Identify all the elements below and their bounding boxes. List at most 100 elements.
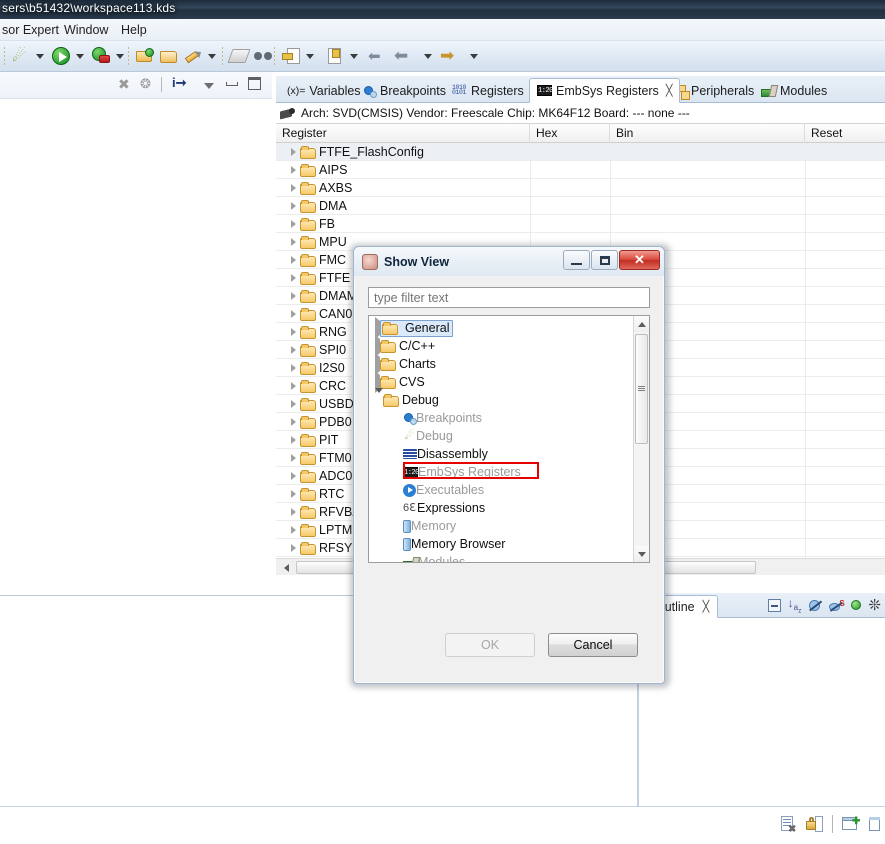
view-tree-item[interactable]: CVS: [369, 371, 633, 393]
filter-input[interactable]: [368, 287, 650, 308]
column-header-bin[interactable]: Bin: [610, 124, 805, 143]
expand-arrow-icon[interactable]: [286, 310, 300, 318]
scroll-left-button[interactable]: [278, 561, 294, 574]
column-header-hex[interactable]: Hex: [530, 124, 610, 143]
remove-all-button[interactable]: ✖: [118, 76, 130, 93]
tab-variables[interactable]: (x)= Variables: [280, 78, 368, 103]
expand-arrow-icon[interactable]: [286, 166, 300, 174]
open-folder-button[interactable]: [160, 45, 178, 67]
register-row[interactable]: AXBS: [276, 179, 885, 197]
menu-processor-expert[interactable]: sor Expert: [0, 22, 63, 38]
back-button[interactable]: ⬅: [394, 45, 408, 67]
dialog-maximize-button[interactable]: [591, 250, 618, 270]
tab-registers[interactable]: 1010 0101 Registers: [445, 78, 531, 103]
run-external-button[interactable]: [92, 45, 110, 67]
tab-breakpoints[interactable]: Breakpoints: [356, 78, 453, 103]
scroll-down-button[interactable]: [634, 546, 649, 562]
register-row[interactable]: FTFE_FlashConfig: [276, 143, 885, 161]
lock-icon[interactable]: [806, 815, 823, 833]
debug-button[interactable]: ☄: [12, 45, 26, 67]
expand-arrow-icon[interactable]: [286, 238, 300, 246]
view-menu-button[interactable]: [204, 78, 214, 92]
view-tree-item[interactable]: 1:20 EmbSys Registers: [369, 463, 633, 481]
expand-arrow-icon[interactable]: [286, 454, 300, 462]
column-header-reset[interactable]: Reset: [805, 124, 885, 143]
back-small-button[interactable]: ⬅: [368, 45, 381, 67]
hide-static-icon[interactable]: S: [829, 599, 845, 612]
view-tree-item[interactable]: Modules: [369, 553, 633, 562]
ruler-button[interactable]: [227, 45, 251, 67]
debug-dropdown[interactable]: [36, 45, 44, 67]
view-tree-item[interactable]: C/C++: [369, 335, 633, 357]
maximize-view-button[interactable]: [248, 77, 261, 90]
column-header-register[interactable]: Register: [276, 124, 530, 143]
view-tree-item[interactable]: Memory: [369, 517, 633, 535]
new-window-icon[interactable]: ✚: [842, 816, 860, 832]
expand-arrow-icon[interactable]: [286, 220, 300, 228]
hide-fields-icon[interactable]: [808, 599, 823, 612]
forward-dropdown[interactable]: [470, 45, 478, 67]
close-icon[interactable]: ╳: [666, 84, 673, 97]
open-package-button[interactable]: [136, 45, 155, 67]
menu-help[interactable]: Help: [117, 22, 151, 38]
view-tree-item[interactable]: 6ℇ Expressions: [369, 499, 633, 517]
expand-arrow-icon[interactable]: [286, 184, 300, 192]
view-tree-item[interactable]: General: [369, 317, 633, 339]
cancel-button[interactable]: Cancel: [548, 633, 638, 657]
view-tree-item[interactable]: Debug: [369, 388, 633, 409]
register-row[interactable]: AIPS: [276, 161, 885, 179]
view-tree-item[interactable]: Breakpoints: [369, 409, 633, 427]
expand-arrow-icon[interactable]: [286, 472, 300, 480]
dialog-close-button[interactable]: ✕: [619, 250, 660, 270]
vscroll-thumb[interactable]: [635, 334, 648, 444]
close-icon[interactable]: ╳: [703, 600, 710, 613]
document-remove-icon[interactable]: ✖: [780, 815, 797, 835]
export-dropdown[interactable]: [350, 45, 358, 67]
register-row[interactable]: DMA: [276, 197, 885, 215]
expand-arrow-icon[interactable]: [286, 274, 300, 282]
menu-window[interactable]: Window: [60, 22, 112, 38]
tab-modules[interactable]: Modules: [754, 78, 834, 103]
view-tree-item[interactable]: ☄ Debug: [369, 427, 633, 445]
ok-button[interactable]: OK: [445, 633, 535, 657]
run-external-dropdown[interactable]: [116, 45, 124, 67]
dialog-tree-vscrollbar[interactable]: [633, 316, 649, 562]
dialog-minimize-button[interactable]: [563, 250, 590, 270]
collapse-all-icon[interactable]: [767, 598, 781, 612]
pencil-dropdown[interactable]: [208, 45, 216, 67]
expand-arrow-icon[interactable]: [286, 364, 300, 372]
expand-arrow-icon[interactable]: [286, 202, 300, 210]
hide-nonpublic-icon[interactable]: [851, 600, 862, 611]
expand-arrow-icon[interactable]: [286, 400, 300, 408]
view-tree-item[interactable]: Executables: [369, 481, 633, 499]
expand-arrow-icon[interactable]: [286, 292, 300, 300]
export-button[interactable]: [326, 45, 344, 67]
minimize-view-button[interactable]: [226, 82, 238, 86]
expand-arrow-icon[interactable]: [375, 388, 383, 407]
expand-arrow-icon[interactable]: [286, 508, 300, 516]
sort-icon[interactable]: ↓az: [788, 596, 802, 615]
expand-arrow-icon[interactable]: [286, 418, 300, 426]
view-tree-item[interactable]: Memory Browser: [369, 535, 633, 553]
expand-arrow-icon[interactable]: [286, 256, 300, 264]
run-button[interactable]: [52, 45, 70, 67]
expand-arrow-icon[interactable]: [286, 526, 300, 534]
tab-peripherals[interactable]: Peripherals: [666, 78, 761, 103]
panel-icon[interactable]: [869, 816, 883, 832]
scroll-up-button[interactable]: [634, 316, 649, 332]
view-category-tree[interactable]: General C/C++ Charts CVS Debug Breakpoints ☄ De…: [368, 315, 650, 563]
view-tree-item[interactable]: Charts: [369, 353, 633, 375]
run-dropdown[interactable]: [76, 45, 84, 67]
tab-embsys-registers[interactable]: 1:20 EmbSys Registers ╳: [529, 78, 681, 103]
expand-arrow-icon[interactable]: [286, 490, 300, 498]
expand-arrow-icon[interactable]: [286, 148, 300, 156]
view-tree-item[interactable]: Disassembly: [369, 445, 633, 463]
expand-arrow-icon[interactable]: [286, 544, 300, 552]
expand-arrow-icon[interactable]: [286, 328, 300, 336]
collapse-button[interactable]: ❂: [140, 76, 151, 92]
dialog-title-bar[interactable]: Show View ✕: [354, 247, 664, 276]
glasses-button[interactable]: [254, 45, 273, 67]
info-button[interactable]: i➞: [172, 75, 187, 91]
back-dropdown[interactable]: [424, 45, 432, 67]
expand-arrow-icon[interactable]: [286, 382, 300, 390]
